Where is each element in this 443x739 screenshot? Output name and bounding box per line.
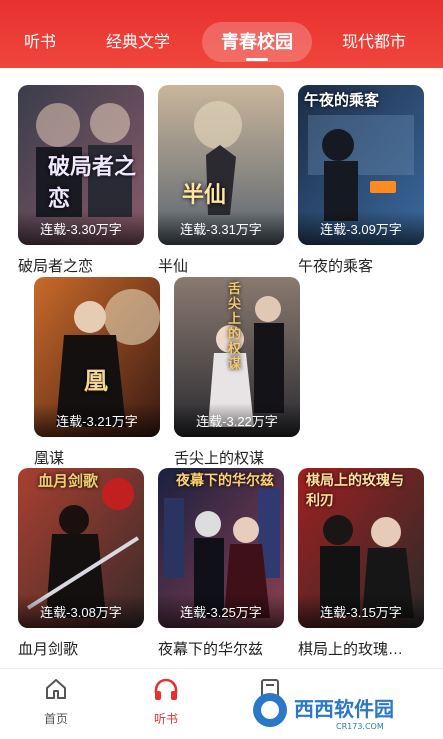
nav-home[interactable]: 首页 [16, 677, 96, 727]
tab-modern-city[interactable]: 现代都市 [342, 0, 406, 68]
tab-listen[interactable]: 听书 [24, 0, 56, 68]
word-count-badge: 连载-3.09万字 [298, 211, 424, 245]
cover-title-text: 半仙 [182, 182, 227, 207]
tab-youth-campus[interactable]: 青春校园 [202, 22, 312, 62]
word-count-badge: 连载-3.25万字 [158, 594, 284, 628]
nav-home-label: 首页 [43, 712, 68, 726]
nav-listen-label: 听书 [153, 712, 178, 726]
book-cover[interactable]: 血月剑歌 连载-3.08万字 [18, 468, 144, 628]
book-card[interactable]: 凰 连载-3.21万字 凰谋 [34, 277, 160, 467]
book-card[interactable]: 半仙 连载-3.31万字 半仙 [158, 85, 284, 275]
nav-listen[interactable]: 听书 [126, 677, 206, 727]
word-count-badge: 连载-3.15万字 [298, 594, 424, 628]
word-count-badge: 连载-3.22万字 [174, 403, 300, 437]
book-title[interactable]: 舌尖上的权谋 [174, 447, 304, 468]
headphones-icon [154, 678, 178, 700]
book-card[interactable]: 夜幕下的华尔兹 连载-3.25万字 夜幕下的华尔兹 [158, 468, 284, 658]
site-watermark-logo: 西西软件园 CR173.COM [253, 693, 394, 731]
book-cover[interactable]: 破局者之恋 连载-3.30万字 [18, 85, 144, 245]
word-count-badge: 连载-3.21万字 [34, 403, 160, 437]
cover-title-text: 凰 [84, 368, 108, 395]
tab-classic-literature[interactable]: 经典文学 [106, 0, 170, 68]
book-card[interactable]: 午夜的乘客 连载-3.09万字 午夜的乘客 [298, 85, 424, 275]
book-card[interactable]: 舌尖上的权谋 连载-3.22万字 舌尖上的权谋 [174, 277, 300, 467]
book-card[interactable]: 破局者之恋 连载-3.30万字 破局者之恋 [18, 85, 144, 275]
cover-title-text: 棋局上的玫瑰与利刃 [306, 472, 404, 508]
book-title[interactable]: 半仙 [158, 255, 288, 276]
svg-text:西西软件园: 西西软件园 [294, 697, 394, 721]
book-card[interactable]: 棋局上的玫瑰与利刃 连载-3.15万字 棋局上的玫瑰… [298, 468, 424, 658]
word-count-badge: 连载-3.30万字 [18, 211, 144, 245]
book-cover[interactable]: 凰 连载-3.21万字 [34, 277, 160, 437]
svg-text:CR173.COM: CR173.COM [336, 722, 384, 731]
book-title[interactable]: 夜幕下的华尔兹 [158, 638, 288, 659]
book-cover[interactable]: 棋局上的玫瑰与利刃 连载-3.15万字 [298, 468, 424, 628]
book-card[interactable]: 血月剑歌 连载-3.08万字 血月剑歌 [18, 468, 144, 658]
book-title[interactable]: 棋局上的玫瑰… [298, 638, 428, 659]
cover-title-text: 血月剑歌 [38, 473, 99, 490]
book-grid: 破局者之恋 连载-3.30万字 破局者之恋 半仙 连载-3.31万字 半仙 午夜… [0, 68, 443, 668]
cover-title-text: 破局者之恋 [48, 154, 137, 211]
cover-title-text: 午夜的乘客 [304, 92, 380, 109]
book-cover[interactable]: 午夜的乘客 连载-3.09万字 [298, 85, 424, 245]
book-title[interactable]: 破局者之恋 [18, 255, 148, 276]
book-title[interactable]: 午夜的乘客 [298, 255, 428, 276]
book-cover[interactable]: 夜幕下的华尔兹 连载-3.25万字 [158, 468, 284, 628]
book-cover[interactable]: 半仙 连载-3.31万字 [158, 85, 284, 245]
active-tab-indicator [246, 58, 268, 61]
book-title[interactable]: 血月剑歌 [18, 638, 148, 659]
word-count-badge: 连载-3.31万字 [158, 211, 284, 245]
home-icon [46, 679, 66, 699]
cover-title-text: 夜幕下的华尔兹 [176, 472, 274, 488]
category-tab-bar: 听书 经典文学 青春校园 现代都市 [0, 0, 443, 68]
cover-title-text: 舌尖上的权谋 [228, 281, 242, 371]
book-title[interactable]: 凰谋 [34, 447, 164, 468]
book-cover[interactable]: 舌尖上的权谋 连载-3.22万字 [174, 277, 300, 437]
word-count-badge: 连载-3.08万字 [18, 594, 144, 628]
